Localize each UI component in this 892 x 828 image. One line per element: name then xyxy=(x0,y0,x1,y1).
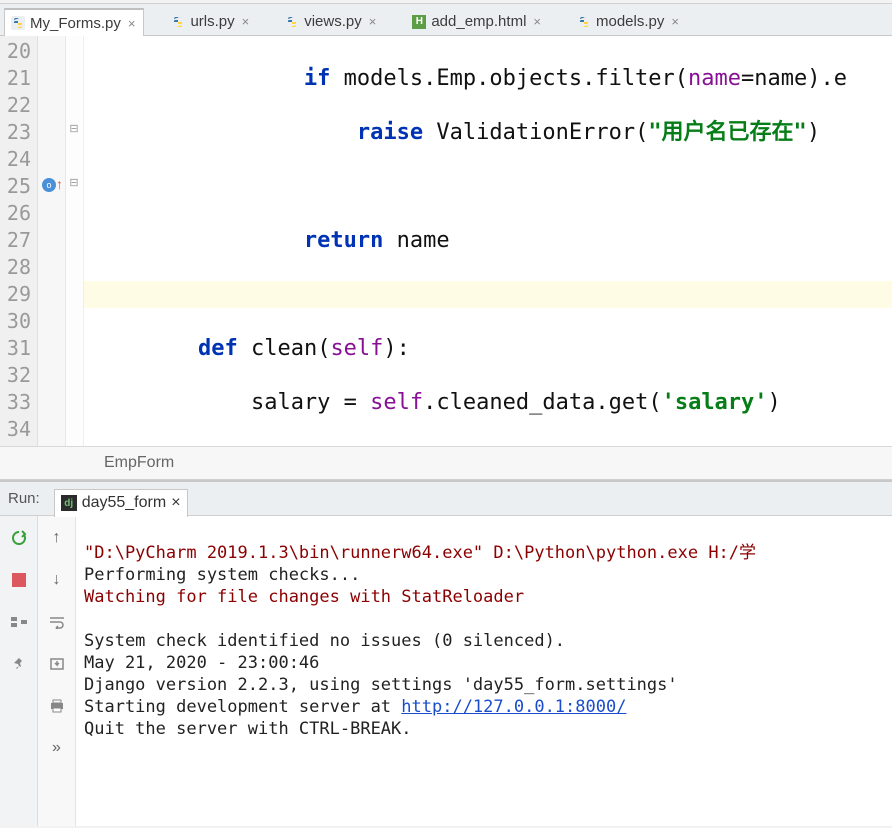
layout-button[interactable] xyxy=(7,610,31,634)
run-toolbar-primary xyxy=(0,516,38,826)
soft-wrap-button[interactable] xyxy=(45,610,69,634)
file-tab-models[interactable]: models.py × xyxy=(570,7,688,35)
pin-button[interactable] xyxy=(7,652,31,676)
override-up-arrow-icon: ↑ xyxy=(56,176,63,192)
context-class-label: EmpForm xyxy=(104,454,174,472)
html-file-icon: H xyxy=(412,15,426,29)
run-header: Run: dj day55_form × xyxy=(0,482,892,516)
code-editor[interactable]: 20 21 22 23 24 25 26 27 28 29 30 31 32 3… xyxy=(0,36,892,446)
editor-tab-bar: My_Forms.py × urls.py × views.py × H add… xyxy=(0,4,892,36)
console-line: System check identified no issues (0 sil… xyxy=(84,631,565,651)
line-number-gutter: 20 21 22 23 24 25 26 27 28 29 30 31 32 3… xyxy=(0,36,38,446)
close-icon[interactable]: × xyxy=(242,14,250,29)
file-tab-label: views.py xyxy=(304,13,362,30)
marker-gutter: o ↑ xyxy=(38,36,66,446)
fold-collapse-icon[interactable]: ⊟ xyxy=(68,176,80,188)
python-file-icon xyxy=(285,15,299,29)
file-tab-label: urls.py xyxy=(190,13,234,30)
file-tab-views[interactable]: views.py × xyxy=(278,7,385,35)
fold-collapse-icon[interactable]: ⊟ xyxy=(68,122,80,134)
console-line: "D:\PyCharm 2019.1.3\bin\runnerw64.exe" … xyxy=(84,543,756,563)
close-icon[interactable]: × xyxy=(369,14,377,29)
close-icon[interactable]: × xyxy=(533,14,541,29)
override-marker-icon[interactable]: o xyxy=(42,178,56,192)
more-button[interactable]: » xyxy=(45,736,69,760)
file-tab-label: models.py xyxy=(596,13,664,30)
file-tab-urls[interactable]: urls.py × xyxy=(164,7,258,35)
close-icon[interactable]: × xyxy=(671,14,679,29)
file-tab-label: My_Forms.py xyxy=(30,15,121,32)
scroll-to-end-button[interactable] xyxy=(45,652,69,676)
run-config-name: day55_form xyxy=(82,494,167,512)
console-line: Watching for file changes with StatReloa… xyxy=(84,587,524,607)
run-config-tab[interactable]: dj day55_form × xyxy=(54,489,188,517)
server-url-link[interactable]: http://127.0.0.1:8000/ xyxy=(401,697,626,717)
close-icon[interactable]: × xyxy=(128,16,136,31)
run-toolbar-secondary: ↑ ↓ » xyxy=(38,516,76,826)
python-file-icon xyxy=(11,16,25,30)
fold-gutter: ⊟ ⊟ xyxy=(66,36,84,446)
file-tab-label: add_emp.html xyxy=(431,13,526,30)
file-tab-my-forms[interactable]: My_Forms.py × xyxy=(4,8,144,36)
python-file-icon xyxy=(171,15,185,29)
run-tool-window: Run: dj day55_form × ↑ ↓ xyxy=(0,480,892,826)
up-arrow-button[interactable]: ↑ xyxy=(45,526,69,550)
console-line: Django version 2.2.3, using settings 'da… xyxy=(84,675,678,695)
down-arrow-button[interactable]: ↓ xyxy=(45,568,69,592)
console-line: Starting development server at http://12… xyxy=(84,697,626,717)
close-icon[interactable]: × xyxy=(171,494,180,512)
run-panel-label: Run: xyxy=(8,490,40,507)
breadcrumb-bar: EmpForm xyxy=(0,446,892,480)
file-tab-add-emp-html[interactable]: H add_emp.html × xyxy=(405,7,550,35)
rerun-button[interactable] xyxy=(7,526,31,550)
console-line: Performing system checks... xyxy=(84,565,360,585)
stop-button[interactable] xyxy=(7,568,31,592)
django-icon: dj xyxy=(61,495,77,511)
console-line: Quit the server with CTRL-BREAK. xyxy=(84,719,412,739)
code-content[interactable]: if models.Emp.objects.filter(name=name).… xyxy=(84,36,892,446)
print-button[interactable] xyxy=(45,694,69,718)
console-output[interactable]: "D:\PyCharm 2019.1.3\bin\runnerw64.exe" … xyxy=(76,516,892,826)
console-line: May 21, 2020 - 23:00:46 xyxy=(84,653,319,673)
python-file-icon xyxy=(577,15,591,29)
